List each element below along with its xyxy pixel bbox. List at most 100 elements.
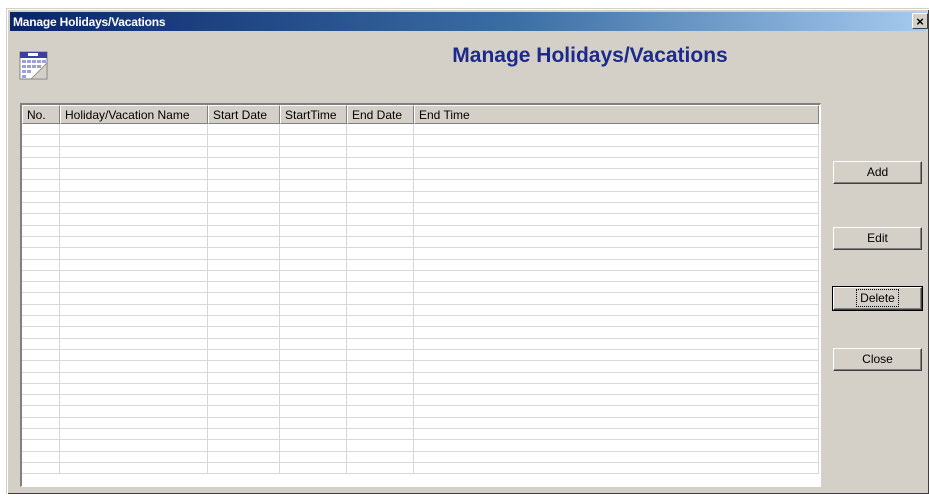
table-cell (208, 395, 280, 407)
column-header-no[interactable]: No. (22, 105, 60, 124)
table-row[interactable] (22, 417, 819, 430)
table-cell (347, 462, 414, 475)
table-cell (280, 349, 347, 362)
table-cell (208, 270, 280, 283)
table-cell (22, 383, 60, 396)
delete-button[interactable]: Delete (832, 286, 923, 311)
table-cell (414, 157, 819, 170)
table-row[interactable] (22, 124, 819, 136)
table-row[interactable] (22, 451, 819, 463)
table-cell (414, 361, 819, 373)
table-cell (60, 349, 208, 362)
table-cell (414, 406, 819, 418)
table-cell (22, 214, 60, 226)
table-cell (208, 203, 280, 215)
column-header-start-date[interactable]: Start Date (208, 105, 280, 124)
table-cell (208, 349, 280, 362)
column-header-start-time[interactable]: StartTime (280, 105, 347, 124)
table-cell (280, 327, 347, 339)
table-cell (208, 417, 280, 430)
column-header-name[interactable]: Holiday/Vacation Name (60, 105, 208, 124)
table-row[interactable] (22, 440, 819, 452)
table-row[interactable] (22, 282, 819, 294)
column-header-end-time[interactable]: End Time (414, 105, 819, 124)
title-bar[interactable]: Manage Holidays/Vacations × (10, 12, 928, 31)
close-window-button[interactable]: × (912, 13, 928, 29)
table-cell (347, 349, 414, 362)
table-cell (347, 429, 414, 441)
table-cell (208, 180, 280, 192)
table-cell (280, 282, 347, 294)
table-cell (22, 417, 60, 430)
table-cell (414, 180, 819, 192)
table-cell (347, 440, 414, 452)
table-row[interactable] (22, 316, 819, 328)
table-cell (347, 203, 414, 215)
table-cell (347, 316, 414, 328)
table-cell (22, 406, 60, 418)
table-row[interactable] (22, 270, 819, 283)
table-cell (414, 270, 819, 283)
table-cell (208, 282, 280, 294)
table-cell (280, 135, 347, 147)
table-cell (22, 462, 60, 475)
table-cell (280, 304, 347, 317)
table-row[interactable] (22, 203, 819, 215)
table-row[interactable] (22, 191, 819, 204)
table-cell (280, 169, 347, 181)
table-row[interactable] (22, 169, 819, 181)
table-row[interactable] (22, 395, 819, 407)
table-row[interactable] (22, 135, 819, 147)
add-button[interactable]: Add (833, 161, 922, 184)
holidays-table[interactable]: No. Holiday/Vacation Name Start Date Sta… (20, 103, 821, 487)
table-cell (280, 338, 347, 350)
table-row[interactable] (22, 248, 819, 260)
table-cell (22, 395, 60, 407)
table-row[interactable] (22, 349, 819, 362)
table-cell (347, 236, 414, 249)
table-header-row: No. Holiday/Vacation Name Start Date Sta… (22, 105, 819, 124)
table-row[interactable] (22, 157, 819, 170)
table-row[interactable] (22, 462, 819, 475)
table-row[interactable] (22, 293, 819, 305)
table-cell (414, 124, 819, 136)
table-cell (60, 383, 208, 396)
table-cell (22, 338, 60, 350)
table-cell (60, 451, 208, 463)
table-cell (414, 293, 819, 305)
table-row[interactable] (22, 214, 819, 226)
column-header-end-date[interactable]: End Date (347, 105, 414, 124)
page-heading: Manage Holidays/Vacations (452, 44, 728, 67)
table-row[interactable] (22, 361, 819, 373)
table-grid: No. Holiday/Vacation Name Start Date Sta… (22, 105, 819, 485)
table-row[interactable] (22, 236, 819, 249)
table-row[interactable] (22, 383, 819, 396)
table-row[interactable] (22, 259, 819, 271)
table-cell (347, 327, 414, 339)
table-cell (208, 462, 280, 475)
table-row[interactable] (22, 225, 819, 237)
table-cell (22, 372, 60, 384)
table-row[interactable] (22, 327, 819, 339)
table-row[interactable] (22, 429, 819, 441)
table-cell (208, 372, 280, 384)
table-row[interactable] (22, 180, 819, 192)
table-cell (280, 124, 347, 136)
table-cell (347, 169, 414, 181)
close-button[interactable]: Close (833, 348, 922, 371)
table-cell (60, 259, 208, 271)
table-cell (60, 406, 208, 418)
table-cell (280, 462, 347, 475)
table-cell (280, 417, 347, 430)
table-row[interactable] (22, 146, 819, 158)
table-cell (208, 361, 280, 373)
table-row[interactable] (22, 372, 819, 384)
table-row[interactable] (22, 304, 819, 317)
table-row[interactable] (22, 406, 819, 418)
table-cell (208, 124, 280, 136)
table-row[interactable] (22, 338, 819, 350)
table-cell (347, 146, 414, 158)
table-cell (347, 248, 414, 260)
edit-button[interactable]: Edit (833, 227, 922, 250)
table-cell (22, 361, 60, 373)
